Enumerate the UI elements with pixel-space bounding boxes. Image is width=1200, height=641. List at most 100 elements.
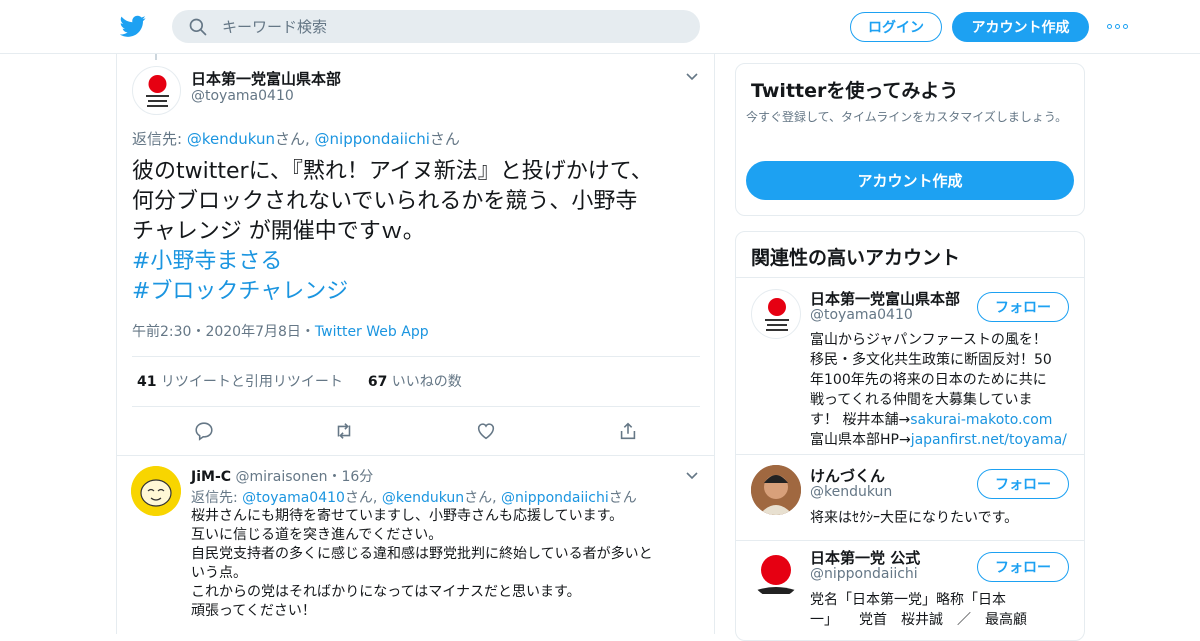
bio-line: 移民・多文化共生政策に断固反対！50 <box>810 352 1052 368</box>
account-name[interactable]: 日本第一党 公式 <box>810 547 920 568</box>
bio-line: 富山県本部HP→japanfirst.net/toyama/ <box>810 432 1067 448</box>
avatar[interactable] <box>751 289 801 339</box>
like-icon[interactable] <box>475 420 497 442</box>
search-box[interactable] <box>172 10 700 43</box>
twitter-bird-icon[interactable] <box>120 13 146 39</box>
avatar[interactable] <box>751 548 801 598</box>
reply-text-line: 互いに信じる道を突き進んでください。 <box>191 527 443 543</box>
follow-button[interactable]: フォロー <box>977 552 1069 582</box>
reply-author-handle[interactable]: @miraisonen <box>235 469 327 485</box>
thread-connector-line <box>155 54 157 60</box>
account-handle[interactable]: @nippondaiichi <box>810 566 918 582</box>
party-logo-icon <box>757 555 795 594</box>
more-icon[interactable] <box>1107 19 1131 33</box>
bio-line: 富山からジャパンファーストの風を！ <box>810 332 1047 348</box>
bio-line: す！ 桜井本舗→sakurai-makoto.com <box>810 412 1053 428</box>
reply-to-line: 返信先: @kendukunさん, @nippondaiichiさん <box>132 128 460 149</box>
reply-author[interactable]: JiM-C @miraisonen・16分 <box>191 466 373 486</box>
share-icon[interactable] <box>617 420 639 442</box>
reply-text-line: これからの党はそればかりになってはマイナスだと思います。 <box>191 584 581 600</box>
account-name[interactable]: 日本第一党富山県本部 <box>810 288 960 309</box>
divider <box>736 540 1084 541</box>
bio-line: 戦ってくれる仲間を大募集していま <box>810 392 1033 408</box>
avatar[interactable] <box>131 466 181 516</box>
account-bio: 党名「日本第一党」略称「日本 一」 党首 桜井誠 ／ 最高顧 <box>810 590 1072 630</box>
reply-text-line: いう点。 <box>191 565 247 581</box>
reply-to-label: 返信先: <box>191 490 243 506</box>
honorific: さん, <box>464 490 502 506</box>
signup-card: Twitterを使ってみよう 今すぐ登録して、タイムラインをカスタマイズしましょ… <box>735 63 1085 216</box>
tweet-source-link[interactable]: Twitter Web App <box>315 324 429 340</box>
bio-link[interactable]: japanfirst.net/toyama/ <box>911 432 1067 448</box>
tweet-timestamp: 午前2:30・2020年7月8日・Twitter Web App <box>132 321 429 341</box>
tweet-time[interactable]: 午前2:30・2020年7月8日・ <box>132 324 315 340</box>
mention-link[interactable]: @nippondaiichi <box>315 130 430 148</box>
like-stats[interactable]: 67 いいねの数 <box>368 374 462 390</box>
tweet-text-line: 何分ブロックされないでいられるかを競う、小野寺 <box>132 189 638 214</box>
retweet-icon[interactable] <box>333 420 355 442</box>
bio-line: 一」 党首 桜井誠 ／ 最高顧 <box>810 612 1027 628</box>
tweet-text-line: 彼のtwitterに、『黙れ！アイヌ新法』と投げかけて、 <box>132 159 653 184</box>
mention-link[interactable]: @kendukun <box>382 490 464 506</box>
party-logo-icon <box>765 298 789 331</box>
honorific: さん, <box>274 130 315 148</box>
avatar[interactable] <box>751 465 801 515</box>
honorific: さん <box>608 490 637 506</box>
reply-icon[interactable] <box>193 420 215 442</box>
related-accounts-title: 関連性の高いアカウント <box>751 247 961 269</box>
chevron-down-icon[interactable] <box>685 471 699 481</box>
divider <box>736 277 1084 278</box>
account-bio: 富山からジャパンファーストの風を！ 移民・多文化共生政策に断固反対！50 年10… <box>810 330 1072 450</box>
related-accounts-card: 関連性の高いアカウント 日本第一党富山県本部 @toyama0410 フォロー … <box>735 231 1085 641</box>
honorific: さん, <box>344 490 382 506</box>
hashtag-link[interactable]: #ブロックチャレンジ <box>132 277 702 307</box>
mention-link[interactable]: @nippondaiichi <box>501 490 609 506</box>
bio-link[interactable]: sakurai-makoto.com <box>910 412 1052 428</box>
avatar[interactable] <box>132 66 181 115</box>
main-timeline-column: 日本第一党富山県本部 @toyama0410 返信先: @kendukunさん,… <box>116 54 715 634</box>
reply-author-name[interactable]: JiM-C <box>191 469 231 485</box>
bio-line: 党名「日本第一党」略称「日本 <box>810 592 1006 608</box>
signup-card-title: Twitterを使ってみよう <box>751 80 959 102</box>
divider <box>117 455 715 456</box>
follow-button[interactable]: フォロー <box>977 292 1069 322</box>
hashtag-link[interactable]: #小野寺まさる <box>132 247 702 277</box>
create-account-button[interactable]: アカウント作成 <box>746 161 1074 200</box>
reply-text-line: 頑張ってください！ <box>191 603 316 619</box>
divider <box>132 406 700 407</box>
tweet-text: 彼のtwitterに、『黙れ！アイヌ新法』と投げかけて、 何分ブロックされないで… <box>132 157 702 307</box>
bio-line: 将来はｾｸｼｰ大臣になりたいです。 <box>810 510 1019 526</box>
user-photo-icon <box>751 465 801 515</box>
tweet-author-name[interactable]: 日本第一党富山県本部 <box>191 68 341 89</box>
cartoon-face-icon <box>131 466 181 516</box>
divider <box>132 356 700 357</box>
reply-time[interactable]: ・16分 <box>327 469 373 485</box>
account-bio: 将来はｾｸｼｰ大臣になりたいです。 <box>810 508 1072 528</box>
account-name[interactable]: けんづくん <box>810 465 885 486</box>
bio-line: 年100年先の将来の日本のために共に <box>810 372 1047 388</box>
reply-to-line: 返信先: @toyama0410さん, @kendukunさん, @nippon… <box>191 487 637 507</box>
signup-card-subtitle: 今すぐ登録して、タイムラインをカスタマイズしましょう。 <box>746 110 1068 124</box>
tweet-text-line: チャレンジ が開催中ですｗ。 <box>132 219 425 244</box>
retweet-stats[interactable]: 41 リツイートと引用リツイート <box>137 374 343 390</box>
follow-button[interactable]: フォロー <box>977 469 1069 499</box>
reply-text-line: 桜井さんにも期待を寄せていますし、小野寺さんも応援しています。 <box>191 508 624 524</box>
top-navigation-bar: ログイン アカウント作成 <box>0 0 1200 54</box>
mention-link[interactable]: @kendukun <box>187 130 275 148</box>
reply-to-label: 返信先: <box>132 130 187 148</box>
account-handle[interactable]: @toyama0410 <box>810 307 913 323</box>
mention-link[interactable]: @toyama0410 <box>242 490 345 506</box>
reply-text-line: 自民党支持者の多くに感じる違和感は野党批判に終始している者が多いと <box>191 546 653 562</box>
search-input[interactable] <box>222 10 682 43</box>
account-handle[interactable]: @kendukun <box>810 484 892 500</box>
search-icon <box>189 18 207 36</box>
party-logo-icon <box>146 75 169 107</box>
chevron-down-icon[interactable] <box>685 72 699 82</box>
signup-button[interactable]: アカウント作成 <box>952 12 1089 42</box>
login-button[interactable]: ログイン <box>850 12 942 42</box>
honorific: さん <box>429 130 460 148</box>
tweet-author-handle[interactable]: @toyama0410 <box>191 88 294 104</box>
divider <box>736 454 1084 455</box>
tweet-stats: 41 リツイートと引用リツイート 67 いいねの数 <box>137 371 462 391</box>
reply-text: 桜井さんにも期待を寄せていますし、小野寺さんも応援しています。 互いに信じる道を… <box>191 507 691 621</box>
